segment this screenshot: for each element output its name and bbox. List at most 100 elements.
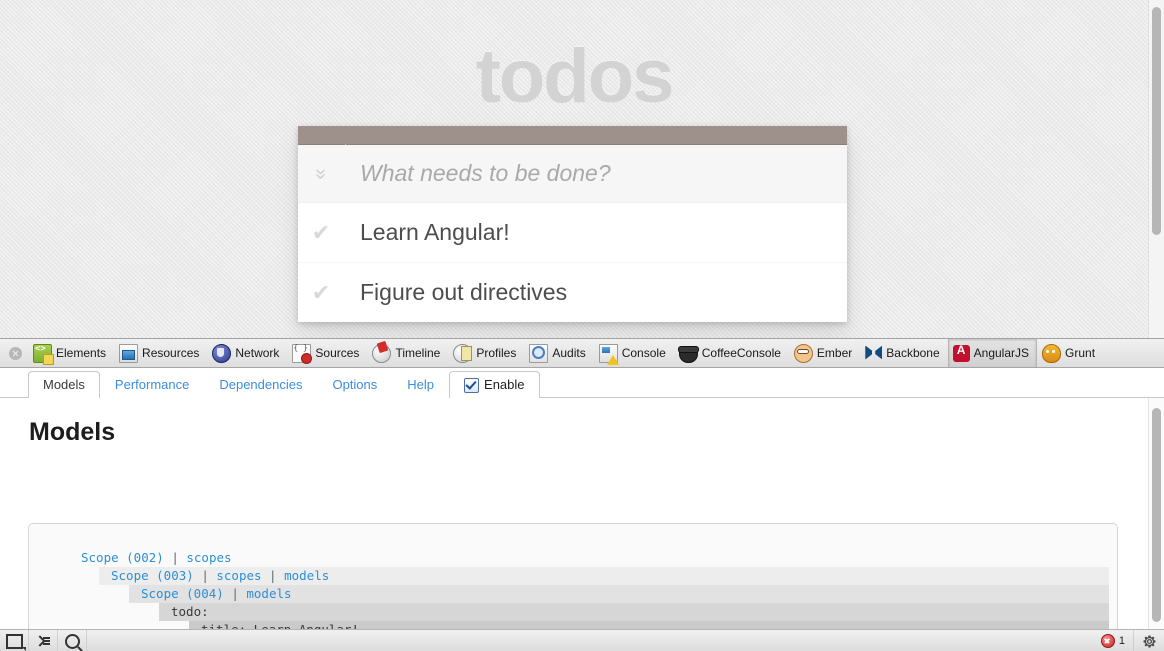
network-icon	[212, 344, 231, 363]
todo-label: Figure out directives	[344, 279, 567, 306]
panel-tab-ember[interactable]: Ember	[789, 339, 860, 367]
screen: todos » ✔ Learn Angular! ✔ Figure out di…	[0, 0, 1164, 651]
resources-icon	[119, 344, 138, 363]
tab-help[interactable]: Help	[392, 371, 449, 398]
panel-tab-label: Sources	[315, 346, 359, 360]
content-heading: Models	[29, 418, 1164, 447]
show-drawer-icon	[36, 636, 50, 647]
devtools-status-bar: 1	[0, 629, 1164, 651]
check-icon[interactable]: ✔	[298, 222, 344, 244]
devtools-scrollbar-thumb[interactable]	[1152, 408, 1161, 622]
panel-tab-coffeeconsole[interactable]: CoffeeConsole	[674, 339, 789, 367]
panel-tab-label: Profiles	[476, 346, 516, 360]
new-todo-input[interactable]	[344, 160, 847, 187]
error-counter[interactable]: 1	[1101, 634, 1133, 648]
panel-tab-elements[interactable]: Elements	[28, 339, 114, 367]
panel-tab-grunt[interactable]: Grunt	[1037, 339, 1103, 367]
web-page-viewport: todos » ✔ Learn Angular! ✔ Figure out di…	[0, 0, 1164, 338]
tab-dependencies[interactable]: Dependencies	[204, 371, 317, 398]
panel-tab-timeline[interactable]: Timeline	[367, 339, 448, 367]
page-scrollbar-thumb[interactable]	[1152, 7, 1161, 235]
ember-icon	[794, 344, 813, 363]
panel-tab-label: Ember	[817, 346, 852, 360]
panel-tab-sources[interactable]: Sources	[287, 339, 367, 367]
todo-list-item[interactable]: ✔ Learn Angular!	[298, 203, 847, 263]
panel-tab-label: CoffeeConsole	[702, 346, 781, 360]
show-drawer-button[interactable]	[29, 630, 58, 651]
scope-tree-row-text: Scope (003) | scopes | models	[29, 567, 1117, 585]
scope-tree-token: |	[262, 568, 285, 583]
grunt-icon	[1042, 344, 1061, 363]
error-count: 1	[1119, 635, 1125, 647]
backbone-icon	[865, 345, 882, 362]
todo-app: » ✔ Learn Angular! ✔ Figure out directiv…	[298, 126, 847, 322]
scope-tree-row-text: Scope (002) | scopes	[29, 549, 1117, 567]
scope-tree-row-text: todo:	[29, 603, 1117, 621]
page-scrollbar[interactable]	[1148, 0, 1164, 338]
models-panel-content: Models Scope (002) | scopesScope (003) |…	[0, 398, 1164, 631]
panel-tab-resources[interactable]: Resources	[114, 339, 207, 367]
scope-tree-panel[interactable]: Scope (002) | scopesScope (003) | scopes…	[28, 523, 1118, 631]
enable-label: Enable	[484, 372, 524, 398]
scope-tree-token: scopes	[216, 568, 261, 583]
angularjs-subtab-bar: Models Performance Dependencies Options …	[0, 368, 1164, 398]
panel-tab-profiles[interactable]: Profiles	[448, 339, 524, 367]
panel-tab-console[interactable]: Console	[594, 339, 674, 367]
panel-tab-label: Backbone	[886, 346, 939, 360]
scope-tree-token: models	[284, 568, 329, 583]
gear-icon	[1142, 634, 1157, 649]
coffeeconsole-icon	[679, 348, 698, 363]
check-icon[interactable]: ✔	[298, 282, 344, 304]
timeline-icon	[372, 344, 391, 363]
settings-button[interactable]	[1133, 630, 1164, 651]
chevron-double-down-icon[interactable]: »	[311, 151, 331, 197]
close-devtools-button[interactable]	[2, 339, 28, 367]
search-icon	[65, 634, 80, 649]
devtools-panel-toolbar: Elements Resources Network Sources Timel…	[0, 339, 1164, 368]
panel-tab-backbone[interactable]: Backbone	[860, 339, 947, 367]
elements-icon	[33, 344, 52, 363]
todo-header: »	[298, 145, 847, 203]
scope-tree-token: |	[224, 586, 247, 601]
scope-tree-token: |	[164, 550, 187, 565]
scope-tree-row[interactable]: todo:	[29, 603, 1117, 621]
scope-tree-token: |	[194, 568, 217, 583]
panel-tab-label: Resources	[142, 346, 199, 360]
tab-options[interactable]: Options	[317, 371, 392, 398]
panel-tab-label: Grunt	[1065, 346, 1095, 360]
panel-tab-label: Console	[622, 346, 666, 360]
scope-tree-row[interactable]: Scope (004) | models	[29, 585, 1117, 603]
tab-performance[interactable]: Performance	[100, 371, 204, 398]
tab-models[interactable]: Models	[28, 371, 100, 398]
enable-toggle[interactable]: Enable	[449, 371, 539, 398]
scope-tree-token: scopes	[186, 550, 231, 565]
panel-tab-network[interactable]: Network	[207, 339, 287, 367]
search-button[interactable]	[58, 630, 87, 651]
audits-icon	[529, 344, 548, 363]
error-icon	[1101, 634, 1115, 648]
panel-tab-label: Network	[235, 346, 279, 360]
sources-icon	[292, 344, 311, 363]
scope-tree: Scope (002) | scopesScope (003) | scopes…	[29, 524, 1117, 631]
dock-to-bottom-icon	[6, 634, 23, 649]
panel-tab-label: Audits	[552, 346, 585, 360]
todo-list-item[interactable]: ✔ Figure out directives	[298, 263, 847, 322]
todo-app-topbar	[298, 126, 847, 145]
page-title: todos	[0, 34, 1148, 120]
enable-checkbox[interactable]	[464, 378, 479, 393]
todo-label: Learn Angular!	[344, 219, 510, 246]
scope-tree-row[interactable]: Scope (002) | scopes	[29, 549, 1117, 567]
scope-tree-row[interactable]: Scope (003) | scopes | models	[29, 567, 1117, 585]
scope-tree-token: Scope (004)	[141, 586, 224, 601]
angularjs-icon	[953, 345, 970, 362]
devtools-window: Elements Resources Network Sources Timel…	[0, 338, 1164, 651]
devtools-scrollbar[interactable]	[1148, 398, 1164, 631]
console-icon	[599, 344, 618, 363]
scope-tree-token: Scope (003)	[111, 568, 194, 583]
dock-to-bottom-button[interactable]	[0, 630, 29, 651]
panel-tab-angularjs[interactable]: AngularJS	[948, 339, 1037, 367]
scope-tree-token: Scope (002)	[81, 550, 164, 565]
scope-tree-row-text: Scope (004) | models	[29, 585, 1117, 603]
panel-tab-label: Elements	[56, 346, 106, 360]
panel-tab-audits[interactable]: Audits	[524, 339, 593, 367]
